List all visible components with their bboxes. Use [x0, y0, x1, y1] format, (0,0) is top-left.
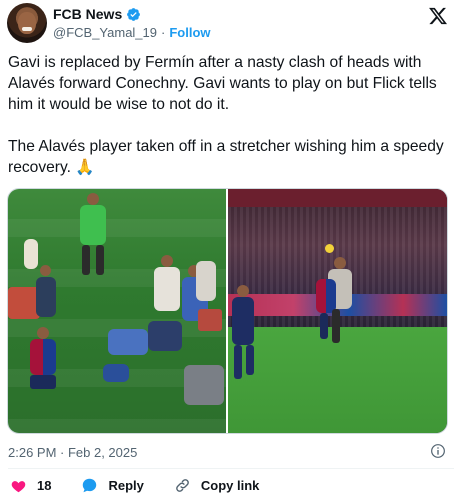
separator-dot: · — [161, 25, 166, 40]
x-logo-icon[interactable] — [428, 6, 448, 26]
handle[interactable]: @FCB_Yamal_19 — [53, 25, 157, 40]
copy-link-label: Copy link — [200, 478, 260, 493]
heart-icon — [11, 481, 26, 493]
timestamp[interactable]: 2:26 PM · Feb 2, 2025 — [8, 445, 137, 460]
link-icon — [176, 479, 189, 492]
handle-row: @FCB_Yamal_19 · Follow — [53, 25, 211, 40]
photo-injury-on-pitch[interactable] — [8, 189, 226, 433]
action-bar: 18 Reply Copy link — [10, 477, 289, 494]
copy-link-button[interactable]: Copy link — [174, 477, 260, 494]
tweet-card: FCB News @FCB_Yamal_19 · Follow Gavi is … — [0, 0, 462, 500]
follow-button[interactable]: Follow — [169, 25, 210, 40]
avatar[interactable] — [7, 3, 47, 43]
like-count: 18 — [37, 478, 52, 493]
author-name-row: FCB News — [53, 6, 141, 22]
media-grid — [7, 188, 448, 434]
divider — [8, 468, 454, 469]
reply-label: Reply — [108, 478, 144, 493]
photo-head-clash[interactable] — [228, 189, 447, 433]
info-icon[interactable] — [430, 443, 446, 459]
reply-bubble-icon — [83, 478, 97, 493]
tweet-paragraph: The Alavés player taken off in a stretch… — [8, 138, 444, 176]
like-button[interactable]: 18 — [10, 477, 51, 494]
tweet-paragraph: Gavi is replaced by Fermín after a nasty… — [8, 54, 437, 113]
verified-badge-icon — [127, 7, 141, 21]
display-name[interactable]: FCB News — [53, 6, 122, 22]
tweet-text: Gavi is replaced by Fermín after a nasty… — [8, 52, 454, 178]
reply-button[interactable]: Reply — [81, 477, 144, 494]
